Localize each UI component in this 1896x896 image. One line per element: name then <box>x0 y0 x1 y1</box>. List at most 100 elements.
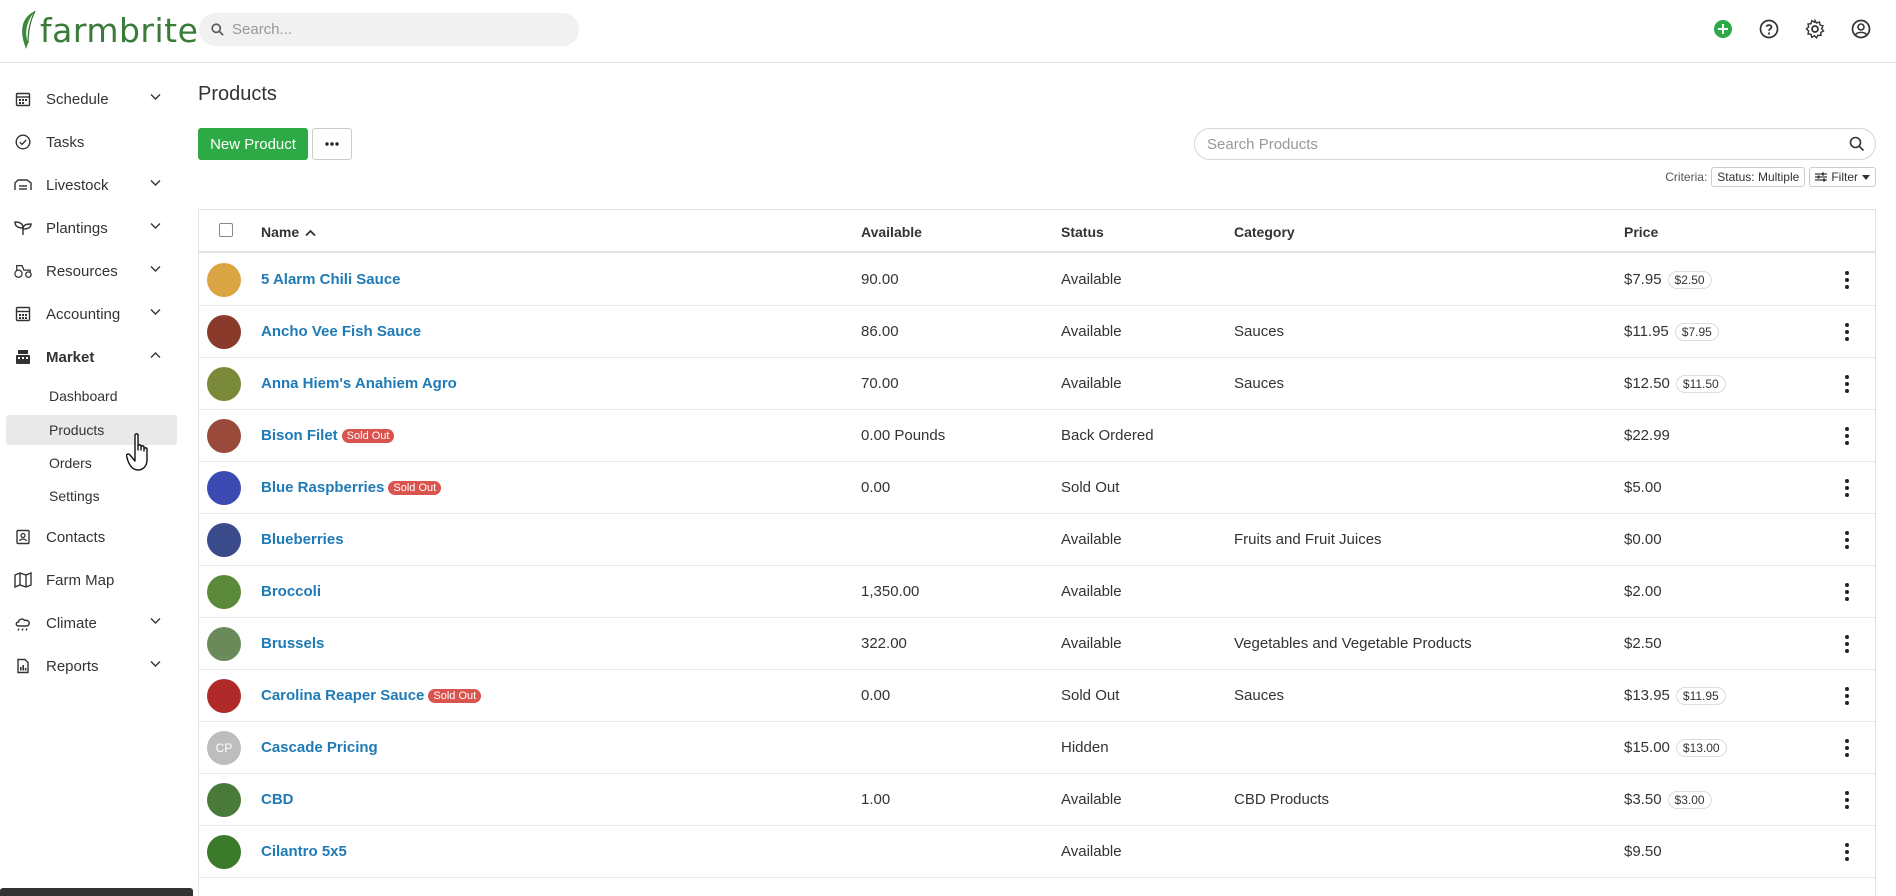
check-circle-icon <box>14 133 32 151</box>
sprout-icon <box>14 219 32 237</box>
global-search[interactable] <box>199 13 579 46</box>
table-row[interactable]: Anna Hiem's Anahiem Agro 70.00 Available Sa… <box>199 358 1875 410</box>
product-name-cell: 5 Alarm Chili Sauce <box>261 271 401 288</box>
sidebar-item-reports[interactable]: Reports <box>0 646 183 686</box>
row-actions-icon[interactable] <box>1844 635 1850 653</box>
table-row[interactable]: 5 Alarm Chili Sauce 90.00 Available $7.95 $2… <box>199 254 1875 306</box>
product-thumbnail <box>207 419 241 453</box>
sidebar-label-accounting: Accounting <box>46 305 121 323</box>
cloud-icon <box>14 614 32 632</box>
criteria-status-pill[interactable]: Status: Multiple <box>1711 167 1806 187</box>
sidebar-item-accounting[interactable]: Accounting <box>0 294 183 334</box>
table-row[interactable]: Carolina Reaper Sauce Sold Out 0.00 Sold Ou… <box>199 670 1875 722</box>
row-actions-icon[interactable] <box>1844 791 1850 809</box>
row-actions-icon[interactable] <box>1844 739 1850 757</box>
table-row[interactable]: Cilantro 5x5 Available $9.50 <box>199 826 1875 878</box>
table-row[interactable]: Broccoli 1,350.00 Available $2.00 <box>199 566 1875 618</box>
sidebar-item-resources[interactable]: Resources <box>0 251 183 291</box>
table-row[interactable]: CBD 1.00 Available CBD Products $3.50 $3.00 <box>199 774 1875 826</box>
logo-text: farmbrite <box>40 10 199 50</box>
table-row[interactable]: Bison Filet Sold Out 0.00 Pounds Back Order… <box>199 410 1875 462</box>
more-actions-button[interactable] <box>312 128 352 160</box>
user-icon[interactable] <box>1848 16 1874 42</box>
product-name-link[interactable]: Cilantro 5x5 <box>261 843 347 860</box>
sidebar-item-contacts[interactable]: Contacts <box>0 517 183 557</box>
select-all-checkbox[interactable] <box>219 223 233 237</box>
column-header-price[interactable]: Price <box>1624 224 1658 240</box>
product-name-link[interactable]: Ancho Vee Fish Sauce <box>261 323 421 340</box>
chevron-up-icon <box>150 352 161 358</box>
row-actions-icon[interactable] <box>1844 843 1850 861</box>
gear-icon[interactable] <box>1802 16 1828 42</box>
row-actions-icon[interactable] <box>1844 271 1850 289</box>
product-thumbnail <box>207 627 241 661</box>
sidebar-sub-settings[interactable]: Settings <box>6 481 177 511</box>
row-actions-icon[interactable] <box>1844 583 1850 601</box>
product-name-link[interactable]: Blue Raspberries <box>261 479 384 496</box>
category-cell: Sauces <box>1234 323 1285 340</box>
contacts-icon <box>14 528 32 546</box>
tractor-icon <box>14 262 32 280</box>
sidebar-item-tasks[interactable]: Tasks <box>0 122 183 162</box>
product-name-link[interactable]: Anna Hiem's Anahiem Agro <box>261 375 457 392</box>
product-search-input[interactable] <box>1207 135 1827 153</box>
product-name-link[interactable]: Broccoli <box>261 583 321 600</box>
sidebar-item-livestock[interactable]: Livestock <box>0 165 183 205</box>
row-actions-icon[interactable] <box>1844 531 1850 549</box>
row-actions-icon[interactable] <box>1844 479 1850 497</box>
price-cell: $9.50 <box>1624 843 1662 860</box>
product-thumbnail <box>207 835 241 869</box>
global-search-input[interactable] <box>232 21 552 38</box>
product-thumbnail <box>207 523 241 557</box>
product-name-link[interactable]: Brussels <box>261 635 324 652</box>
table-row[interactable]: Blue Raspberries Sold Out 0.00 Sold Out $5.0… <box>199 462 1875 514</box>
column-header-available[interactable]: Available <box>861 224 922 240</box>
column-header-name[interactable]: Name <box>261 224 316 240</box>
price-value: $0.00 <box>1624 531 1662 548</box>
price-cell: $7.95 $2.50 <box>1624 271 1712 289</box>
table-row[interactable]: Brussels 322.00 Available Vegetables and Ve… <box>199 618 1875 670</box>
help-icon[interactable] <box>1756 16 1782 42</box>
product-name-link[interactable]: Bison Filet <box>261 427 338 444</box>
row-actions-icon[interactable] <box>1844 427 1850 445</box>
product-search[interactable] <box>1194 128 1876 160</box>
sidebar-item-farm-map[interactable]: Farm Map <box>0 560 183 600</box>
page-title: Products <box>198 83 277 105</box>
farmbrite-logo[interactable]: farmbrite <box>18 8 198 52</box>
top-bar: farmbrite <box>0 0 1896 63</box>
column-header-status[interactable]: Status <box>1061 224 1104 240</box>
price-cell: $2.00 <box>1624 583 1662 600</box>
row-actions-icon[interactable] <box>1844 687 1850 705</box>
product-name-link[interactable]: Carolina Reaper Sauce <box>261 687 424 704</box>
register-icon <box>14 348 32 366</box>
product-name-link[interactable]: CBD <box>261 791 294 808</box>
chevron-down-icon <box>150 661 161 667</box>
filter-button[interactable]: Filter <box>1809 167 1876 187</box>
price-value: $22.99 <box>1624 427 1670 444</box>
product-name-link[interactable]: Cascade Pricing <box>261 739 378 756</box>
sidebar-item-market[interactable]: Market <box>0 337 183 377</box>
column-header-category[interactable]: Category <box>1234 224 1295 240</box>
product-name-cell: Brussels <box>261 635 324 652</box>
sidebar-item-schedule[interactable]: Schedule <box>0 79 183 119</box>
sale-price-pill: $13.00 <box>1675 739 1727 757</box>
status-cell: Available <box>1061 323 1122 340</box>
available-cell: 0.00 <box>861 687 891 704</box>
table-row[interactable]: Ancho Vee Fish Sauce 86.00 Available Sauces… <box>199 306 1875 358</box>
new-product-button[interactable]: New Product <box>198 128 308 160</box>
status-cell: Hidden <box>1061 739 1109 756</box>
row-actions-icon[interactable] <box>1844 375 1850 393</box>
product-name-link[interactable]: Blueberries <box>261 531 344 548</box>
sidebar-item-plantings[interactable]: Plantings <box>0 208 183 248</box>
table-row[interactable]: Blueberries Available Fruits and Fruit Jui… <box>199 514 1875 566</box>
category-cell: CBD Products <box>1234 791 1330 808</box>
sale-price-pill: $3.00 <box>1667 791 1712 809</box>
product-name-link[interactable]: 5 Alarm Chili Sauce <box>261 271 401 288</box>
search-icon[interactable] <box>1849 136 1865 152</box>
sidebar-item-climate[interactable]: Climate <box>0 603 183 643</box>
sidebar-sub-dashboard[interactable]: Dashboard <box>6 381 177 411</box>
table-row[interactable]: CP Cascade Pricing Hidden $15.00 $13.00 <box>199 722 1875 774</box>
available-cell: 86.00 <box>861 323 899 340</box>
row-actions-icon[interactable] <box>1844 323 1850 341</box>
plus-circle-icon[interactable] <box>1710 16 1736 42</box>
